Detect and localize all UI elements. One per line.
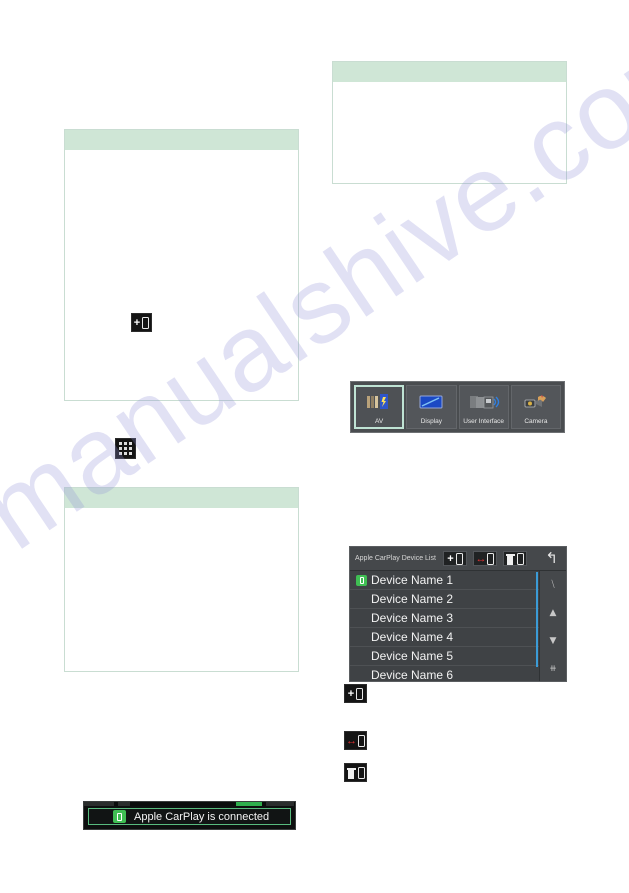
callout-box-left-bottom xyxy=(64,487,299,672)
device-list-header: Apple CarPlay Device List + ↔ ↰ xyxy=(350,547,566,571)
carplay-connected-banner: Apple CarPlay is connected xyxy=(83,801,296,830)
plus-glyph: + xyxy=(447,552,454,565)
banner-message: Apple CarPlay is connected xyxy=(134,810,270,823)
menu-tile-label: Camera xyxy=(524,418,548,425)
swap-arrows-glyph: ↔ xyxy=(346,734,357,747)
banner-inner: Apple CarPlay is connected xyxy=(88,808,291,825)
phone-glyph xyxy=(487,552,495,565)
trash-glyph xyxy=(346,767,356,779)
delete-device-button[interactable] xyxy=(502,551,527,566)
device-name: Device Name 1 xyxy=(371,573,454,587)
phone-glyph xyxy=(455,552,463,565)
plus-glyph: + xyxy=(133,316,141,329)
menu-tile-label: User Interface xyxy=(463,418,505,425)
list-item[interactable]: Device Name 3 xyxy=(350,609,566,628)
device-list-screenshot: Apple CarPlay Device List + ↔ ↰ Device N… xyxy=(349,546,567,682)
user-interface-icon xyxy=(460,386,508,418)
callout-header-bar xyxy=(65,488,298,509)
plus-glyph: + xyxy=(347,687,355,700)
callout-header-bar xyxy=(65,130,298,151)
back-arrow-icon[interactable]: ↰ xyxy=(545,551,561,566)
setup-menu-screenshot: AV Display User Interface Camera xyxy=(350,381,565,433)
device-list-rows: Device Name 1 Device Name 2 Device Name … xyxy=(350,571,566,682)
device-name: Device Name 2 xyxy=(371,592,454,606)
phone-glyph xyxy=(356,687,364,700)
callout-header-bar xyxy=(333,62,566,83)
device-list-title: Apple CarPlay Device List xyxy=(355,555,436,562)
menu-tile-label: Display xyxy=(420,418,443,425)
add-device-icon: + xyxy=(131,313,152,332)
menu-tile-camera[interactable]: Camera xyxy=(510,385,561,429)
list-item[interactable]: Device Name 5 xyxy=(350,647,566,666)
trash-glyph xyxy=(505,553,515,565)
status-strip xyxy=(84,802,295,806)
device-name: Device Name 4 xyxy=(371,630,454,644)
connected-device-icon xyxy=(356,574,367,586)
grid-glyph xyxy=(119,442,132,455)
phone-glyph xyxy=(357,766,365,779)
callout-box-right-top xyxy=(332,61,567,184)
scroll-position-indicator xyxy=(536,572,538,667)
device-list-scroll-controls[interactable]: ⧹ ▲ ▼ ⧺ xyxy=(539,571,566,681)
menu-tile-av[interactable]: AV xyxy=(354,385,405,429)
camera-icon xyxy=(512,386,560,418)
menu-tile-label: AV xyxy=(375,418,384,425)
list-item[interactable]: Device Name 6 xyxy=(350,666,566,682)
switch-device-icon: ↔ xyxy=(344,731,367,750)
menu-tile-display[interactable]: Display xyxy=(406,385,457,429)
apps-grid-icon xyxy=(115,438,136,459)
swap-arrows-glyph: ↔ xyxy=(475,552,486,565)
list-item[interactable]: Device Name 2 xyxy=(350,590,566,609)
phone-glyph xyxy=(516,552,524,565)
add-device-button[interactable]: + xyxy=(442,551,467,566)
phone-glyph xyxy=(358,734,365,747)
switch-device-button[interactable]: ↔ xyxy=(472,551,497,566)
device-name: Device Name 3 xyxy=(371,611,454,625)
device-name: Device Name 6 xyxy=(371,668,454,682)
device-name: Device Name 5 xyxy=(371,649,454,663)
phone-glyph xyxy=(142,316,150,329)
av-icon xyxy=(355,386,403,418)
scroll-up-icon[interactable]: ▲ xyxy=(550,608,557,618)
scroll-to-bottom-icon[interactable]: ⧺ xyxy=(549,664,557,674)
carplay-app-icon xyxy=(113,810,126,823)
delete-device-icon xyxy=(344,763,367,782)
list-item[interactable]: Device Name 4 xyxy=(350,628,566,647)
callout-box-left-top xyxy=(64,129,299,401)
scroll-down-icon[interactable]: ▼ xyxy=(550,636,557,646)
scroll-to-top-icon[interactable]: ⧹ xyxy=(551,580,554,590)
list-item[interactable]: Device Name 1 xyxy=(350,571,566,590)
menu-tile-user-interface[interactable]: User Interface xyxy=(458,385,509,429)
add-device-icon: + xyxy=(344,684,367,703)
display-icon xyxy=(407,386,455,418)
